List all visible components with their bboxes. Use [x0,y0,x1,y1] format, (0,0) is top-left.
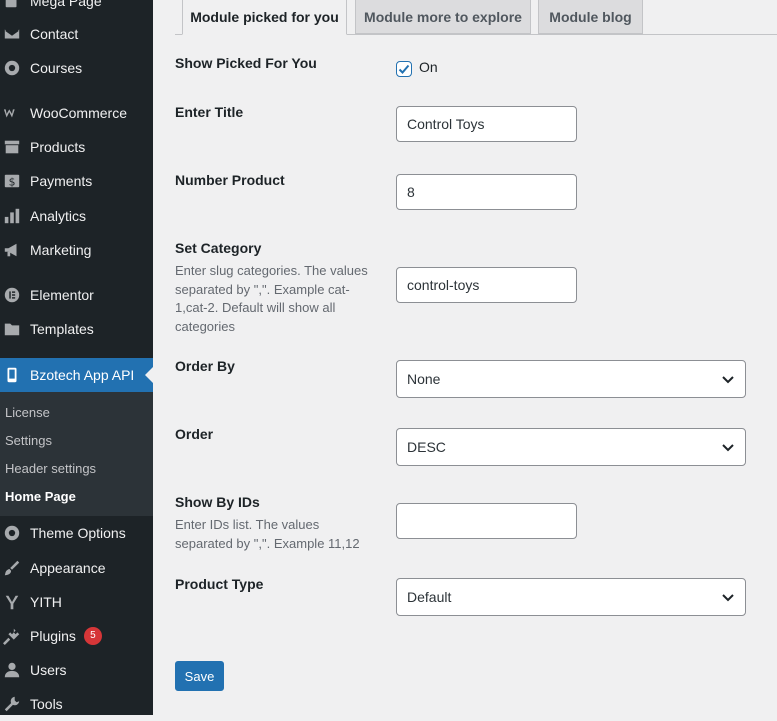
sidebar-item-theme-options[interactable]: Theme Options [0,516,153,550]
order-by-select[interactable]: None [396,360,746,398]
sidebar-item-plugins[interactable]: Plugins 5 [0,619,153,653]
sidebar-item-yith[interactable]: YITH [0,585,153,619]
active-menu-arrow [145,367,153,383]
mobile-icon [2,365,22,385]
sidebar-item-label: Courses [30,60,83,76]
sidebar-item-label: Users [30,662,67,678]
show-by-ids-label: Show By IDs [175,494,260,510]
sidebar-item-label: Payments [30,173,93,189]
dollar-icon: $ [2,171,22,191]
sidebar-item-marketing[interactable]: Marketing [0,233,153,267]
submenu-item-license[interactable]: License [5,405,50,420]
product-type-select[interactable]: Default [396,578,746,616]
sidebar-item-label: WooCommerce [30,105,127,121]
sidebar-item-appearance[interactable]: Appearance [0,551,153,585]
sidebar-item-products[interactable]: Products [0,130,153,164]
tab-module-blog[interactable]: Module blog [538,0,643,34]
product-type-label: Product Type [175,576,264,592]
bar-chart-icon [2,206,22,226]
megaphone-icon [2,240,22,260]
sidebar-item-mega-page[interactable]: Mega Page [0,0,153,18]
title-input[interactable] [396,106,577,142]
sidebar-item-label: Elementor [30,287,94,303]
order-label: Order [175,426,214,442]
submenu-item-home-page[interactable]: Home Page [5,489,76,504]
plug-icon [2,626,22,646]
sidebar-item-label: Templates [30,321,94,337]
wrench-icon [2,694,22,714]
sidebar-item-label: Marketing [30,242,92,258]
order-select[interactable]: DESC [396,428,746,466]
submenu: License Settings Header settings Home Pa… [0,392,153,516]
ids-input[interactable] [396,503,577,539]
pages-icon [2,0,22,11]
user-icon [2,660,22,680]
sidebar-item-label: Plugins [30,628,76,644]
sidebar-item-bzotech-app-api[interactable]: Bzotech App API [0,358,153,392]
sidebar-item-contact[interactable]: Contact [0,17,153,51]
sidebar-item-label: Theme Options [30,525,126,541]
sidebar-item-payments[interactable]: $ Payments [0,164,153,198]
mail-icon [2,24,22,44]
folder-icon [2,319,22,339]
number-product-input[interactable] [396,174,577,210]
yith-icon [2,592,22,612]
submenu-item-header-settings[interactable]: Header settings [5,461,96,476]
save-button[interactable]: Save [175,661,224,691]
woocommerce-icon [2,103,22,123]
category-input[interactable] [396,267,577,303]
chevron-down-icon [722,594,734,602]
sidebar-item-label: YITH [30,594,62,610]
sidebar-item-courses[interactable]: Courses [0,51,153,85]
show-picked-checkbox[interactable] [396,61,412,77]
archive-icon [2,137,22,157]
set-category-description: Enter slug categories. The values separa… [175,263,368,334]
number-product-label: Number Product [175,172,285,188]
set-category-label: Set Category [175,240,262,256]
elementor-icon [2,285,22,305]
plugins-update-badge: 5 [83,627,102,645]
checkmark-icon [398,64,410,74]
submenu-item-settings[interactable]: Settings [5,433,52,448]
sidebar-item-tools[interactable]: Tools [0,687,153,721]
svg-text:$: $ [9,176,16,189]
tab-module-picked-for-you[interactable]: Module picked for you [182,0,347,35]
chevron-down-icon [722,444,734,452]
product-type-selected-value: Default [407,589,452,605]
sidebar-item-label: Products [30,139,86,155]
sidebar-item-templates[interactable]: Templates [0,312,153,346]
sidebar-item-woocommerce[interactable]: WooCommerce [0,96,153,130]
sidebar-item-label: Contact [30,26,79,42]
order-by-label: Order By [175,358,235,374]
chevron-down-icon [722,376,734,384]
sidebar-item-label: Bzotech App API [30,367,135,383]
show-picked-checkbox-label: On [419,59,438,75]
enter-title-label: Enter Title [175,104,244,120]
paintbrush-icon [2,558,22,578]
sidebar-item-analytics[interactable]: Analytics [0,199,153,233]
sidebar-item-users[interactable]: Users [0,653,153,687]
show-picked-label: Show Picked For You [175,55,317,71]
gear-icon [2,58,22,78]
sidebar-item-label: Analytics [30,208,87,224]
sidebar-item-label: Appearance [30,560,106,576]
show-by-ids-description: Enter IDs list. The values separated by … [175,517,360,551]
admin-sidebar: Mega Page Contact Courses WooCommerce Pr… [0,0,153,715]
order-selected-value: DESC [407,439,446,455]
sidebar-item-label: Mega Page [30,0,102,9]
order-by-selected-value: None [407,371,441,387]
sidebar-item-elementor[interactable]: Elementor [0,278,153,312]
sidebar-item-label: Tools [30,696,63,712]
tab-module-more-to-explore[interactable]: Module more to explore [355,0,531,34]
gear-icon [2,523,22,543]
